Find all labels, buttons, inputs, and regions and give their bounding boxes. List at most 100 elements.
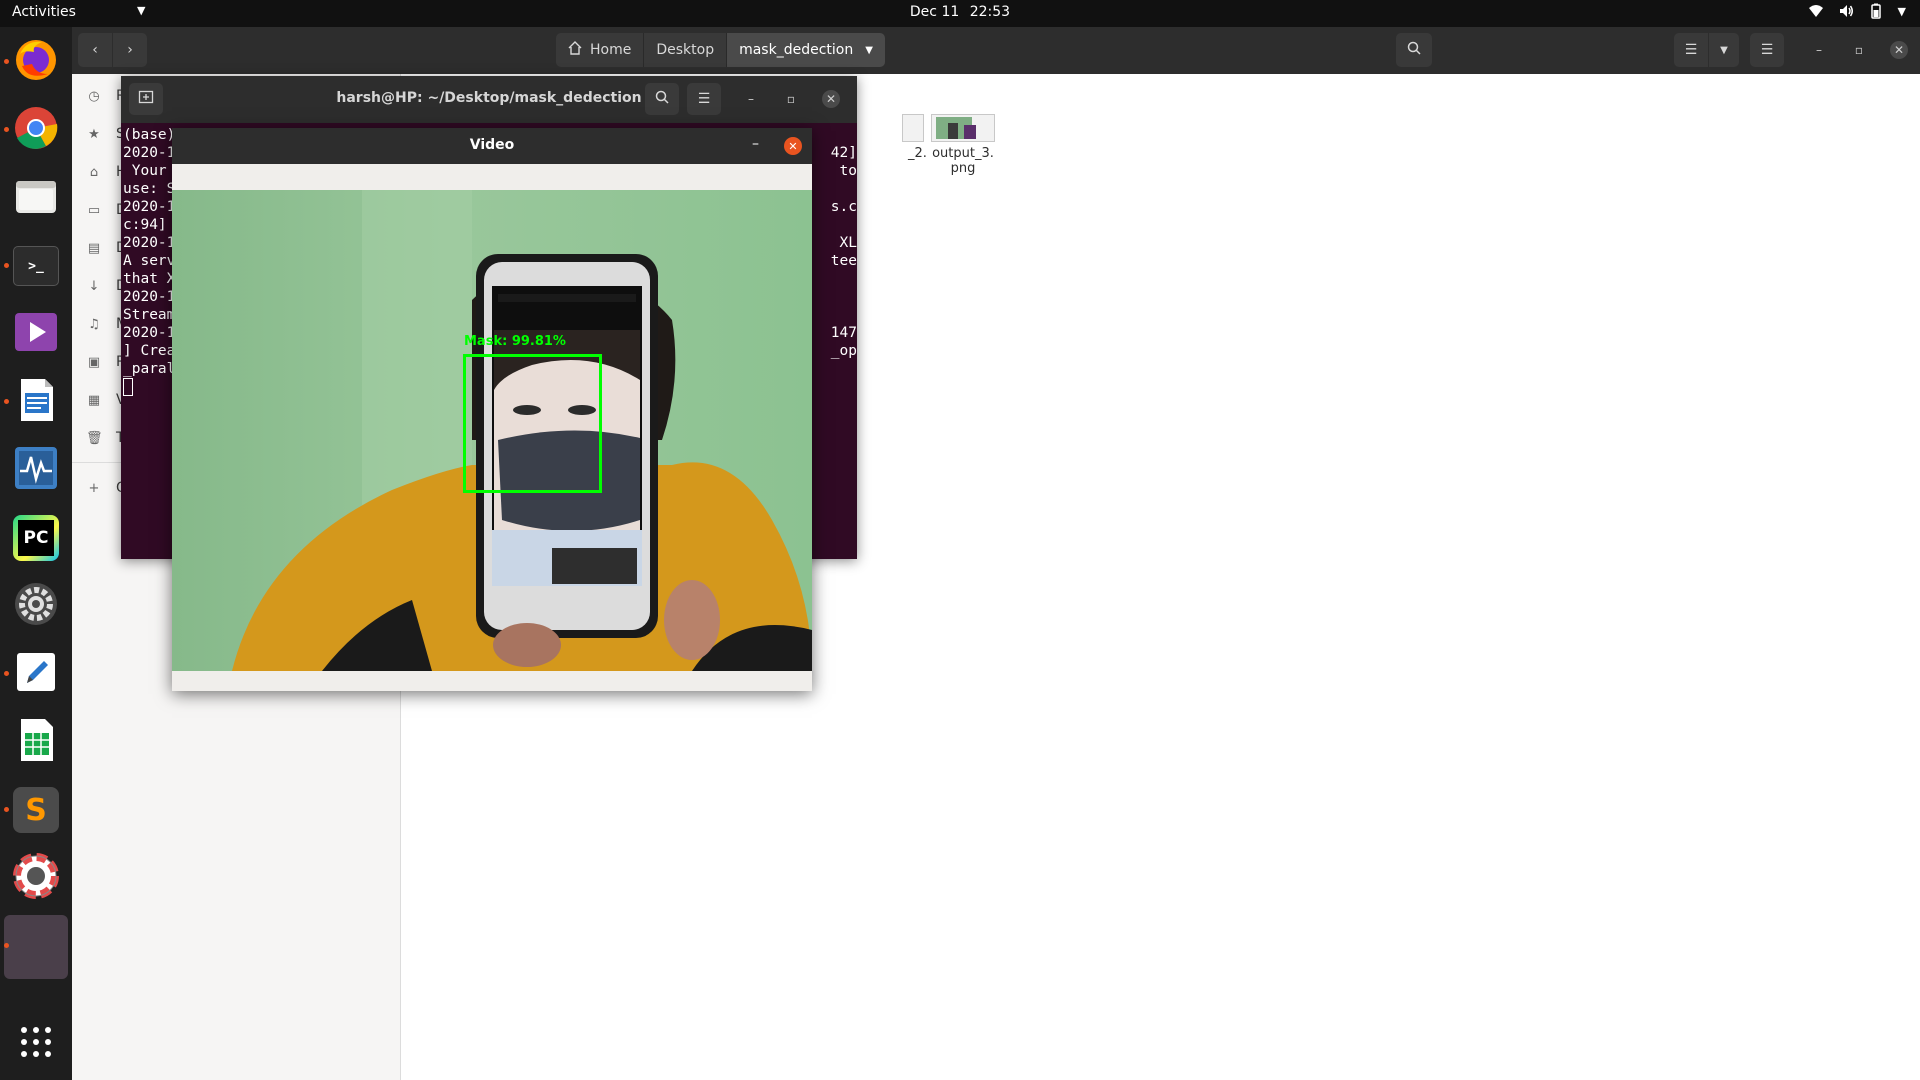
terminal-line-tail: ​: [807, 216, 857, 234]
terminal-close-button[interactable]: ✕: [822, 90, 840, 108]
minimize-icon: –: [1816, 43, 1822, 57]
videos-icon: ▦: [87, 392, 101, 408]
video-minimize-button[interactable]: –: [752, 136, 759, 152]
close-button[interactable]: ✕: [1890, 41, 1908, 59]
dock: >_ PC S: [0, 27, 72, 1080]
close-icon: ✕: [825, 92, 837, 106]
dock-item-system-monitor[interactable]: [9, 443, 63, 497]
running-indicator: [4, 59, 9, 64]
terminal-line-tail: ​: [807, 180, 857, 198]
sublime-icon: S: [13, 787, 59, 833]
file-item[interactable]: output_3. png: [918, 114, 1008, 176]
pycharm-icon-glyph: PC: [18, 520, 54, 556]
close-icon: ✕: [1893, 43, 1905, 57]
system-tray[interactable]: ▼: [1808, 3, 1906, 19]
terminal-line-tail: 147: [830, 325, 857, 341]
back-button[interactable]: ‹: [78, 33, 112, 67]
terminal-icon-glyph: >_: [28, 258, 44, 274]
pencil-icon: [13, 649, 59, 699]
thumbnail-preview-shape: [964, 125, 976, 139]
lifebuoy-icon: [13, 853, 59, 903]
finger: [664, 580, 720, 660]
running-indicator: [4, 263, 9, 268]
dock-item-chrome[interactable]: [4, 103, 63, 157]
firefox-icon: [12, 36, 60, 88]
forward-button[interactable]: ›: [113, 33, 147, 67]
battery-icon: [1868, 3, 1884, 19]
dock-item-files[interactable]: [9, 171, 63, 225]
grid-icon: [19, 1025, 53, 1063]
date-label: Dec 11: [909, 4, 960, 20]
terminal-cursor: [123, 378, 133, 396]
dock-item-calc[interactable]: [9, 715, 63, 769]
hamburger-menu-icon: ☰: [697, 91, 711, 107]
system-menu-chevron-icon: ▼: [1897, 4, 1906, 18]
gear-icon: [13, 581, 59, 631]
chevron-right-icon: ›: [127, 42, 133, 58]
screen-thumbnail: [552, 548, 637, 584]
terminal-line-tail: s.c: [830, 199, 857, 215]
breadcrumb-label: Desktop: [656, 42, 715, 58]
minimize-button[interactable]: –: [1810, 41, 1828, 59]
time-label: 22:53: [969, 4, 1011, 20]
chrome-icon: [12, 104, 60, 156]
search-icon: [655, 90, 669, 108]
recent-icon: ◷: [88, 88, 100, 104]
breadcrumb-desktop[interactable]: Desktop: [644, 33, 728, 67]
running-indicator: [4, 807, 9, 812]
chevron-down-icon: ▼: [1720, 44, 1728, 56]
video-toolbar: [172, 164, 812, 190]
dock-item-pycharm[interactable]: PC: [9, 511, 63, 565]
file-manager-headerbar: ‹ › Home Desktop mask_dedection ▼ ☰ ▼ ☰ …: [72, 27, 1920, 74]
trash-icon: 🗑: [86, 430, 103, 446]
thumbnail-preview-figure: [948, 123, 958, 139]
breadcrumb-current-folder[interactable]: mask_dedection ▼: [727, 33, 885, 67]
clock[interactable]: Dec 11 22:53: [0, 4, 1920, 20]
terminal-line-tail: XL: [839, 235, 857, 251]
terminal-line-tail: ​: [807, 126, 857, 144]
search-button[interactable]: [1396, 33, 1432, 67]
terminal-headerbar: harsh@HP: ~/Desktop/mask_dedection ☰ – ▫…: [121, 76, 857, 123]
breadcrumb-label: mask_dedection: [739, 42, 854, 58]
file-name-line1: output_3.: [932, 146, 994, 161]
show-applications-button[interactable]: [9, 1017, 63, 1071]
close-icon: ✕: [788, 139, 798, 153]
maximize-button[interactable]: ▫: [1850, 41, 1868, 59]
dock-item-writer[interactable]: [4, 375, 63, 429]
dock-item-text-editor[interactable]: [4, 647, 63, 701]
file-name-line2: png: [950, 161, 976, 176]
terminal-maximize-button[interactable]: ▫: [782, 90, 800, 108]
minimize-icon: –: [752, 136, 759, 152]
thumb: [493, 623, 561, 667]
terminal-menu-button[interactable]: ☰: [687, 83, 721, 115]
video-window[interactable]: Video – ✕ Mask: 99.81%: [172, 128, 812, 691]
document-icon: [13, 377, 59, 427]
video-titlebar: Video – ✕: [172, 128, 812, 164]
dock-item-sublime[interactable]: S: [4, 783, 63, 837]
dock-item-active-window[interactable]: [4, 915, 68, 979]
terminal-line-tail: to: [839, 163, 857, 179]
running-indicator: [4, 943, 9, 948]
terminal-search-button[interactable]: [645, 83, 679, 115]
terminal-output-right: ​42]to​s.c​XLtee​​​147_op: [807, 126, 857, 360]
home-icon: ⌂: [89, 164, 99, 180]
volume-icon: [1838, 3, 1854, 19]
dock-item-firefox[interactable]: [4, 35, 63, 89]
dock-item-help[interactable]: [9, 851, 63, 905]
video-window-title: Video: [469, 137, 515, 153]
terminal-minimize-button[interactable]: –: [742, 90, 760, 108]
video-close-button[interactable]: ✕: [784, 137, 802, 155]
webcam-frame: Mask: 99.81%: [172, 190, 812, 671]
screen-status-bar: [498, 294, 636, 302]
view-list-button[interactable]: ☰: [1674, 33, 1708, 67]
detection-bounding-box: [463, 354, 602, 493]
menu-button[interactable]: ☰: [1750, 33, 1784, 67]
dock-item-terminal[interactable]: >_: [4, 239, 63, 293]
breadcrumb: Home Desktop mask_dedection ▼: [556, 33, 885, 67]
dock-item-settings[interactable]: [9, 579, 63, 633]
pictures-icon: ▣: [87, 354, 101, 370]
breadcrumb-home[interactable]: Home: [556, 33, 645, 67]
detection-label: Mask: 99.81%: [464, 334, 566, 349]
dock-item-videos[interactable]: [9, 307, 63, 361]
view-options-button[interactable]: ▼: [1709, 33, 1739, 67]
